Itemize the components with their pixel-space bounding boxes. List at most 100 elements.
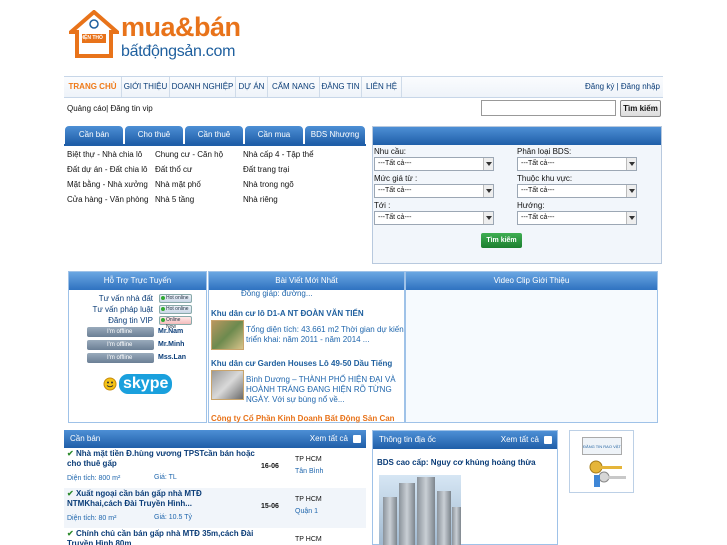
price-to-select[interactable]: ---Tất cả--- (374, 211, 494, 225)
info-headline[interactable]: BDS cao cấp: Nguy cơ khủng hoảng thừa (377, 458, 536, 467)
menu-item-handbook[interactable]: CẨM NANG (268, 77, 320, 97)
search-input[interactable] (481, 100, 616, 116)
listing-row-3-title[interactable]: ✔ Chính chủ cần bán gấp nhà MTĐ 35m,cách… (67, 529, 257, 545)
news-item-1-title[interactable]: Khu dân cư lô D1-A NT ĐOÀN VĂN TIẾN (211, 309, 364, 318)
menu-item-home[interactable]: TRANG CHỦ (64, 77, 122, 97)
cat-link-shop-office[interactable]: Cửa hàng - Văn phòng (67, 195, 148, 204)
tab-for-sale[interactable]: Cần bán (65, 126, 123, 144)
listing-row-1-city: TP HCM (295, 456, 322, 463)
menu-item-projects[interactable]: DỰ ÁN (236, 77, 268, 97)
support-line-vip[interactable]: Đăng tin VIP (108, 316, 153, 325)
chevron-down-icon[interactable] (626, 212, 636, 224)
news-item-3-title[interactable]: Công ty Cổ Phần Kinh Doanh Bất Động Sản … (211, 414, 395, 423)
label-direction: Hướng: (517, 201, 545, 210)
listing-row-1-title[interactable]: ✔ Nhà mặt tiền Đ.hùng vương TPSTcần bán … (67, 449, 257, 469)
support-line-realestate[interactable]: Tư vấn nhà đất (99, 294, 153, 303)
offline-badge-1[interactable]: I'm offline (87, 327, 154, 337)
listing-row-3[interactable]: ✔ Chính chủ cần bán gấp nhà MTĐ 35m,cách… (64, 528, 366, 545)
search-button[interactable]: Tìm kiếm (620, 100, 661, 117)
cat-link-apartment[interactable]: Chung cư - Căn hộ (155, 150, 223, 159)
info-title: Thông tin địa ốc (379, 435, 436, 444)
offline-badge-2[interactable]: I'm offline (87, 340, 154, 350)
direction-select[interactable]: ---Tất cả--- (517, 211, 637, 225)
label-price-to: Tới : (374, 201, 391, 210)
post-classified-ad[interactable]: ĐĂNG TIN RAO VẶT (569, 430, 634, 493)
listing-row-2-title[interactable]: ✔ Xuất ngoại cần bán gấp nhà MTĐ NTMKhai… (67, 489, 257, 509)
listing-row-2-district[interactable]: Quận 1 (295, 508, 318, 515)
status-online-2: Hot online (159, 305, 192, 314)
price-from-select[interactable]: ---Tất cả--- (374, 184, 494, 198)
news-item-2-body: Bình Dương – THÀNH PHỐ HIỆN ĐẠI VÀ HOÀNH… (246, 375, 396, 404)
listing-see-all[interactable]: Xem tất cả (310, 430, 348, 448)
listing-row-2-city: TP HCM (295, 496, 322, 503)
chevron-down-icon[interactable] (626, 185, 636, 197)
see-all-arrow-icon[interactable] (353, 435, 361, 443)
cat-link-residential-land[interactable]: Đất thổ cư (155, 165, 192, 174)
offline-name-3[interactable]: Mss.Lan (158, 354, 186, 361)
area-select[interactable]: ---Tất cả--- (517, 184, 637, 198)
filter-search-button[interactable]: Tìm kiếm (481, 233, 522, 248)
logo-house-icon[interactable]: DIỆN THỔ (65, 9, 123, 58)
cat-link-street-house[interactable]: Nhà mặt phố (155, 180, 201, 189)
listing-row-1-date: 16-06 (261, 463, 279, 470)
cat-link-premises[interactable]: Mặt bằng - Nhà xưởng (67, 180, 148, 189)
news-top-fragment[interactable]: Đồng giáp: đường... (241, 289, 401, 299)
news-box: Bài Viết Mới Nhất Đồng giáp: đường... Kh… (208, 271, 405, 423)
info-see-all-arrow-icon[interactable] (544, 436, 552, 444)
menu-item-about[interactable]: GIỚI THIỆU (122, 77, 170, 97)
cat-link-farm-land[interactable]: Đất trang trại (243, 165, 289, 174)
tab-transfer[interactable]: BDS Nhượng (305, 126, 365, 144)
logo-house-text: DIỆN THỔ (79, 35, 103, 41)
chevron-down-icon[interactable] (483, 158, 493, 170)
logo-title[interactable]: mua&bán (121, 12, 241, 43)
news-item-1-thumbnail[interactable] (211, 320, 244, 350)
listing-row-1-district[interactable]: Tân Bình (295, 468, 323, 475)
offline-name-1[interactable]: Mr.Nam (158, 328, 183, 335)
smiley-icon (103, 377, 117, 391)
info-box: Thông tin địa ốc Xem tất cả BDS cao cấp:… (372, 430, 558, 545)
skype-text: skype (119, 374, 173, 394)
video-box: Video Clip Giới Thiệu (405, 271, 658, 423)
filter-header (373, 127, 661, 145)
cat-link-level4[interactable]: Nhà cấp 4 - Tập thể (243, 150, 314, 159)
chevron-down-icon[interactable] (626, 158, 636, 170)
auth-links[interactable]: Đăng ký | Đăng nhập (585, 77, 660, 97)
listing-title: Cần bán (70, 434, 101, 443)
news-item-2-thumbnail[interactable] (211, 370, 244, 400)
menu-item-post[interactable]: ĐĂNG TIN (320, 77, 362, 97)
menu-item-contact[interactable]: LIÊN HỆ (362, 77, 402, 97)
listing-row-1[interactable]: ✔ Nhà mặt tiền Đ.hùng vương TPSTcần bán … (64, 448, 366, 488)
cat-link-5-floor[interactable]: Nhà 5 tầng (155, 195, 194, 204)
label-area: Thuộc khu vực: (517, 174, 573, 183)
news-item-1-body: Tổng diện tích: 43.661 m2 Thời gian dự k… (246, 325, 404, 344)
listing-row-2[interactable]: ✔ Xuất ngoại cần bán gấp nhà MTĐ NTMKhai… (64, 488, 366, 528)
listing-row-1-area: Diện tích: 800 m² (67, 475, 121, 482)
support-line-legal[interactable]: Tư vấn pháp luật (92, 305, 153, 314)
status-online-1: Hot online (159, 294, 192, 303)
menu-item-business[interactable]: DOANH NGHIỆP (170, 77, 236, 97)
cat-link-alley-house[interactable]: Nhà trong ngõ (243, 180, 294, 189)
offline-name-2[interactable]: Mr.Minh (158, 341, 184, 348)
label-demand: Nhu cầu: (374, 147, 407, 156)
skype-logo[interactable]: skype (103, 374, 173, 396)
info-building-image[interactable] (379, 475, 461, 545)
cat-link-private-house[interactable]: Nhà riêng (243, 195, 278, 204)
search-filter-panel: Nhu cầu: Phân loại BDS: ---Tất cả--- ---… (372, 126, 662, 264)
cat-link-project-land[interactable]: Đất dự án - Đất chia lô (67, 165, 148, 174)
tab-want-rent[interactable]: Cần thuê (185, 126, 243, 144)
ads-vip-link[interactable]: Quảng cáo| Đăng tin vip (67, 104, 153, 113)
property-type-select[interactable]: ---Tất cả--- (517, 157, 637, 171)
info-see-all[interactable]: Xem tất cả (501, 431, 539, 449)
video-title: Video Clip Giới Thiệu (406, 272, 657, 290)
demand-select[interactable]: ---Tất cả--- (374, 157, 494, 171)
logo-subtitle[interactable]: bấtđộngsản.com (121, 43, 235, 61)
label-price-from: Mức giá từ : (374, 174, 418, 183)
news-item-2-title[interactable]: Khu dân cư Garden Houses Lô 49-50 Dầu Ti… (211, 359, 392, 368)
chevron-down-icon[interactable] (483, 212, 493, 224)
tab-for-rent[interactable]: Cho thuê (125, 126, 183, 144)
chevron-down-icon[interactable] (483, 185, 493, 197)
cat-link-villa[interactable]: Biệt thự - Nhà chia lô (67, 150, 142, 159)
listing-row-3-city: TP HCM (295, 536, 322, 543)
offline-badge-3[interactable]: I'm offline (87, 353, 154, 363)
tab-want-buy[interactable]: Cần mua (245, 126, 303, 144)
